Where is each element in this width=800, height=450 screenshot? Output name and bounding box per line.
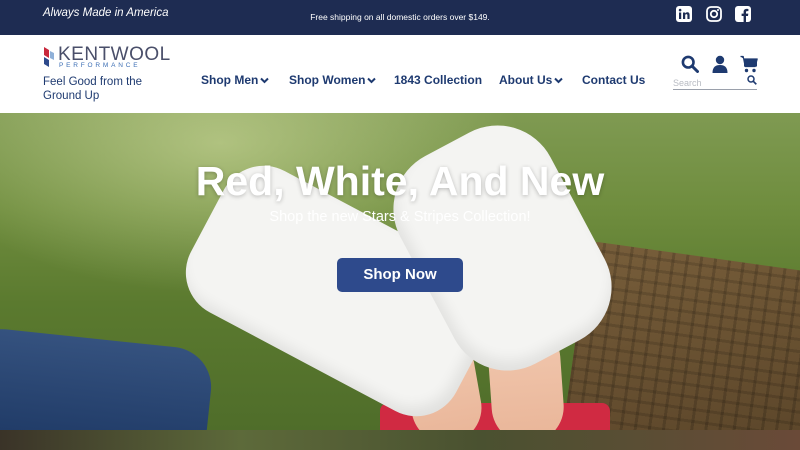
search-icon[interactable] (681, 55, 699, 73)
nav-shop-men[interactable]: Shop Men (201, 73, 270, 87)
hero-title: Red, White, And New (195, 158, 605, 204)
shop-now-button[interactable]: Shop Now (337, 258, 463, 292)
nav-label: About Us (499, 73, 553, 87)
nav-shop-women[interactable]: Shop Women (289, 73, 377, 87)
top-bar: Always Made in America Free shipping on … (0, 0, 800, 35)
site-header: KENTWOOL PERFORMANCE Feel Good from the … (0, 35, 800, 113)
nav-label: Shop Women (289, 73, 366, 87)
next-section-preview (0, 430, 800, 450)
linkedin-icon[interactable] (676, 6, 692, 22)
kentwool-logo[interactable]: KENTWOOL PERFORMANCE (43, 44, 178, 72)
cart-icon[interactable] (740, 55, 758, 73)
chevron-down-icon (554, 78, 564, 84)
nav-label: 1843 Collection (394, 73, 483, 87)
hero-subtitle: Shop the new Stars & Stripes Collection! (269, 209, 531, 225)
logo-flag-icon (44, 47, 54, 67)
chevron-down-icon (260, 78, 270, 84)
slogan: Feel Good from the Ground Up (43, 76, 143, 102)
facebook-icon[interactable] (735, 6, 751, 22)
search-field (673, 73, 757, 90)
nav-label: Shop Men (201, 73, 259, 87)
blue-blanket (0, 325, 216, 430)
search-input[interactable] (673, 76, 743, 90)
instagram-icon[interactable] (706, 6, 722, 22)
account-icon[interactable] (711, 55, 729, 73)
search-submit-icon[interactable] (747, 75, 757, 85)
hero-banner: Red, White, And New Shop the new Stars &… (0, 113, 800, 430)
nav-contact-us[interactable]: Contact Us (582, 73, 645, 87)
logo-subtitle: PERFORMANCE (59, 62, 141, 69)
nav-1843-collection[interactable]: 1843 Collection (394, 73, 482, 87)
chevron-down-icon (367, 78, 377, 84)
nav-about-us[interactable]: About Us (499, 73, 564, 87)
nav-label: Contact Us (582, 73, 646, 87)
